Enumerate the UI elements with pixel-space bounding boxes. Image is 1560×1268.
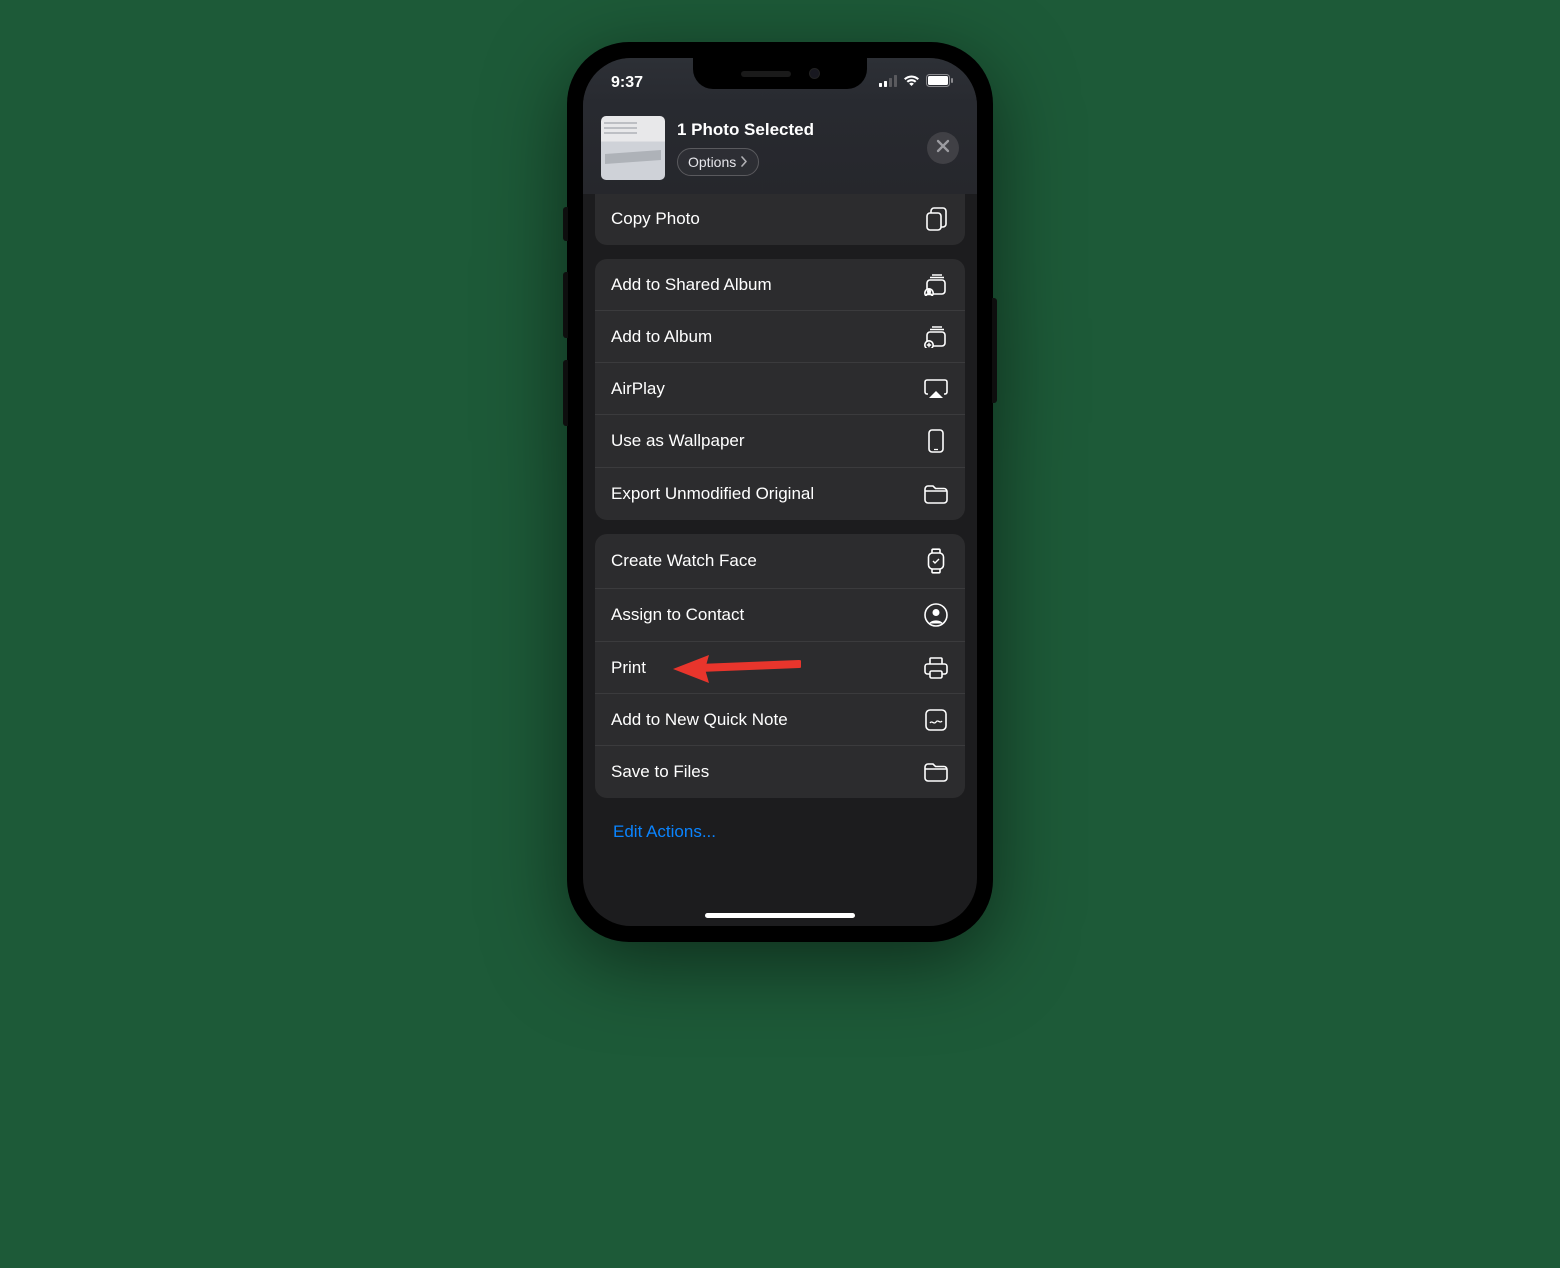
action-add-shared-album[interactable]: Add to Shared Album (595, 259, 965, 311)
album-plus-icon (923, 326, 949, 348)
action-use-as-wallpaper[interactable]: Use as Wallpaper (595, 415, 965, 468)
action-export-original[interactable]: Export Unmodified Original (595, 468, 965, 520)
actions-list: Copy Photo Add to Shared Album Add to Al… (583, 194, 977, 854)
contact-icon (923, 603, 949, 627)
action-label: Add to Album (611, 327, 712, 347)
close-icon (936, 139, 950, 158)
volume-down-button (563, 360, 568, 426)
quick-note-icon (923, 709, 949, 731)
action-group-2: Add to Shared Album Add to Album AirPlay (595, 259, 965, 520)
status-time: 9:37 (611, 74, 643, 92)
action-label: Assign to Contact (611, 605, 744, 625)
share-sheet-header: 1 Photo Selected Options (583, 104, 977, 194)
action-add-quick-note[interactable]: Add to New Quick Note (595, 694, 965, 746)
print-icon (923, 657, 949, 679)
action-assign-contact[interactable]: Assign to Contact (595, 589, 965, 642)
wallpaper-icon (923, 429, 949, 453)
annotation-arrow-icon (671, 653, 801, 685)
airplay-icon (923, 379, 949, 399)
action-group-1: Copy Photo (595, 194, 965, 245)
options-label: Options (688, 154, 736, 170)
home-indicator[interactable] (705, 913, 855, 918)
options-button[interactable]: Options (677, 148, 759, 176)
action-label: AirPlay (611, 379, 665, 399)
cellular-icon (879, 74, 897, 92)
action-airplay[interactable]: AirPlay (595, 363, 965, 415)
shared-album-icon (923, 274, 949, 296)
status-icons (879, 74, 953, 92)
folder-icon (923, 484, 949, 504)
action-label: Copy Photo (611, 209, 700, 229)
close-button[interactable] (927, 132, 959, 164)
wifi-icon (903, 74, 920, 92)
action-label: Create Watch Face (611, 551, 757, 571)
chevron-right-icon (740, 154, 748, 170)
action-label: Add to Shared Album (611, 275, 772, 295)
watch-icon (923, 548, 949, 574)
battery-icon (926, 74, 953, 92)
mute-switch (563, 207, 568, 241)
notch (693, 58, 867, 89)
action-label: Print (611, 658, 646, 678)
action-print[interactable]: Print (595, 642, 965, 694)
action-label: Add to New Quick Note (611, 710, 788, 730)
sheet-title: 1 Photo Selected (677, 120, 915, 140)
folder-icon (923, 762, 949, 782)
action-label: Save to Files (611, 762, 709, 782)
copy-icon (923, 207, 949, 231)
screen: 9:37 1 Photo Selected Options (583, 58, 977, 926)
iphone-frame: 9:37 1 Photo Selected Options (567, 42, 993, 942)
edit-actions-link[interactable]: Edit Actions... (595, 812, 965, 842)
action-save-to-files[interactable]: Save to Files (595, 746, 965, 798)
action-copy-photo[interactable]: Copy Photo (595, 194, 965, 245)
volume-up-button (563, 272, 568, 338)
power-button (992, 298, 997, 403)
action-create-watch-face[interactable]: Create Watch Face (595, 534, 965, 589)
photo-thumbnail[interactable] (601, 116, 665, 180)
action-label: Use as Wallpaper (611, 431, 745, 451)
action-group-3: Create Watch Face Assign to Contact Prin… (595, 534, 965, 798)
action-add-album[interactable]: Add to Album (595, 311, 965, 363)
action-label: Export Unmodified Original (611, 484, 814, 504)
